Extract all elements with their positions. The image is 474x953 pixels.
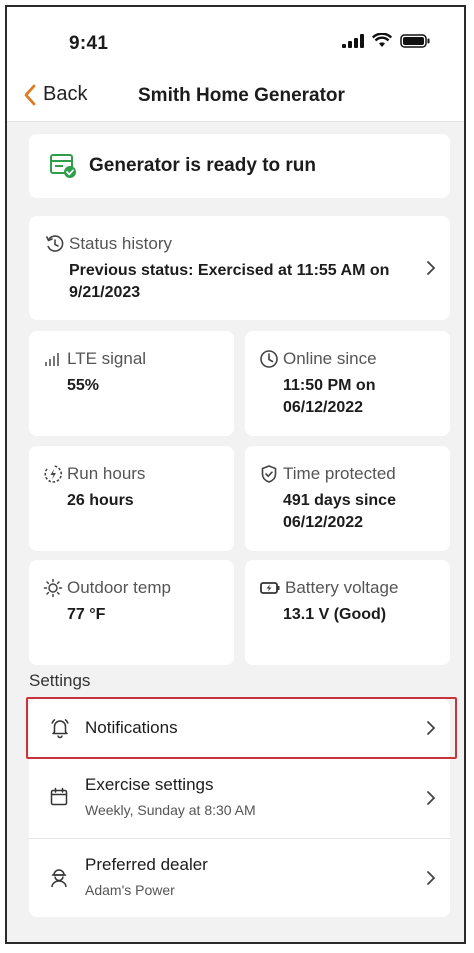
- power-bolt-icon: [44, 465, 63, 483]
- chevron-right-icon: [427, 871, 436, 885]
- chevron-right-icon: [427, 721, 436, 735]
- settings-heading: Settings: [29, 671, 91, 690]
- online-since-label: Online since: [283, 349, 377, 368]
- calendar-icon: [50, 787, 68, 806]
- status-bar: 9:41: [7, 7, 464, 71]
- back-label: Back: [43, 83, 88, 105]
- outdoor-temp-tile: Outdoor temp 77 °F: [29, 560, 234, 665]
- time-protected-value: 491 days since 06/12/2022: [283, 492, 396, 531]
- outdoor-temp-value: 77 °F: [67, 606, 106, 623]
- time-protected-tile: Time protected 491 days since 06/12/2022: [245, 446, 450, 551]
- battery-icon: [400, 33, 430, 48]
- settings-item-notifications[interactable]: Notifications: [29, 699, 450, 757]
- exercise-settings-title: Exercise settings: [85, 775, 214, 794]
- battery-charge-icon: [260, 582, 280, 594]
- status-history-label: Status history: [69, 234, 172, 253]
- battery-voltage-value: 13.1 V (Good): [283, 606, 387, 623]
- lte-signal-label: LTE signal: [67, 349, 147, 368]
- chevron-right-icon: [427, 261, 436, 275]
- generator-status-card: Generator is ready to run: [29, 134, 450, 198]
- shield-check-icon: [261, 465, 277, 483]
- notifications-title: Notifications: [85, 718, 178, 737]
- clock-icon: [260, 350, 278, 368]
- online-since-value: 11:50 PM on 06/12/2022: [283, 377, 376, 416]
- time-protected-label: Time protected: [283, 464, 396, 483]
- history-icon: [46, 235, 64, 252]
- generator-ready-icon: [50, 154, 76, 178]
- bell-icon: [51, 719, 69, 739]
- system-icons: [342, 33, 430, 48]
- outdoor-temp-label: Outdoor temp: [67, 578, 171, 597]
- nav-bar: Back Smith Home Generator: [7, 71, 464, 122]
- settings-item-dealer[interactable]: Preferred dealer Adam's Power: [29, 839, 450, 917]
- lte-signal-value: 55%: [67, 377, 100, 394]
- battery-voltage-tile: Battery voltage 13.1 V (Good): [245, 560, 450, 665]
- status-history-card[interactable]: Status history Previous status: Exercise…: [29, 216, 450, 320]
- exercise-settings-subtitle: Weekly, Sunday at 8:30 AM: [85, 802, 256, 818]
- run-hours-label: Run hours: [67, 464, 146, 483]
- battery-voltage-label: Battery voltage: [285, 578, 399, 597]
- preferred-dealer-title: Preferred dealer: [85, 855, 208, 874]
- chevron-right-icon: [427, 791, 436, 805]
- wifi-icon: [372, 33, 392, 47]
- status-history-value: Previous status: Exercised at 11:55 AM o…: [69, 262, 390, 301]
- dealer-worker-icon: [51, 869, 67, 888]
- page-title: Smith Home Generator: [138, 85, 345, 106]
- preferred-dealer-subtitle: Adam's Power: [85, 882, 175, 898]
- lte-signal-tile: LTE signal 55%: [29, 331, 234, 436]
- cellular-signal-icon: [342, 33, 364, 48]
- phone-frame: 9:41 Back Smith Home Generator Generator…: [5, 5, 466, 944]
- settings-item-exercise[interactable]: Exercise settings Weekly, Sunday at 8:30…: [29, 759, 450, 837]
- signal-bars-icon: [45, 353, 59, 366]
- settings-list: Notifications Exercise settings Weekly, …: [29, 699, 450, 917]
- chevron-left-icon: [24, 84, 36, 105]
- back-button[interactable]: Back: [23, 83, 87, 106]
- run-hours-tile: Run hours 26 hours: [29, 446, 234, 551]
- sun-icon: [43, 578, 63, 598]
- status-time: 9:41: [69, 33, 109, 54]
- online-since-tile: Online since 11:50 PM on 06/12/2022: [245, 331, 450, 436]
- generator-status-text: Generator is ready to run: [89, 155, 317, 176]
- run-hours-value: 26 hours: [67, 492, 134, 509]
